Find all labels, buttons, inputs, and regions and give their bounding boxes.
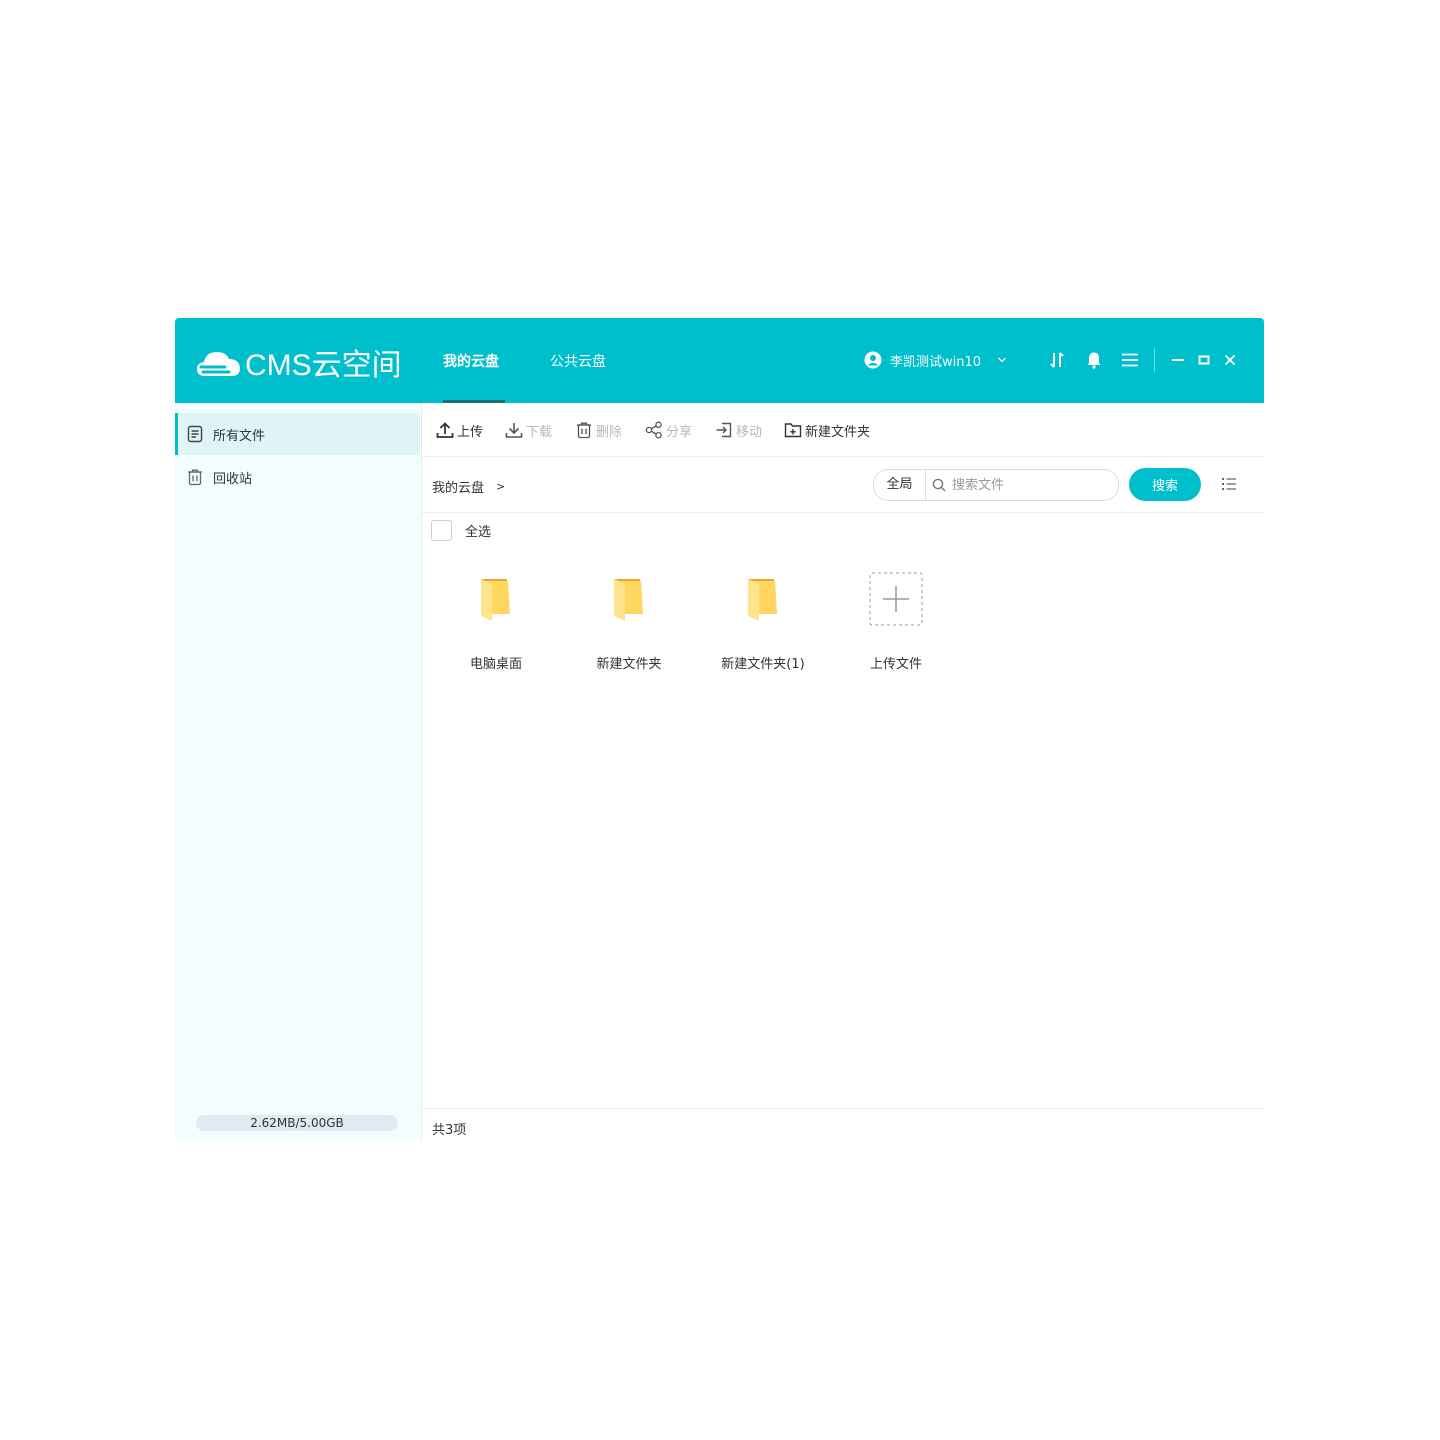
delete-label: 删除 [596, 424, 623, 440]
search-box: 全局 [873, 469, 1119, 501]
delete-button[interactable]: 删除 [575, 420, 622, 440]
upload-icon [436, 422, 454, 438]
list-view-icon[interactable] [1221, 476, 1237, 492]
sidebar: 所有文件 回收站 2.62MB/5.00GB [175, 403, 420, 1141]
notification-button[interactable] [1085, 351, 1103, 369]
move-label: 移动 [736, 424, 763, 440]
app-window: CMS云空间 我的云盘 公共云盘 李凯测试win10 所有文件 回收站 2.62… [175, 318, 1264, 1141]
app-logo: CMS云空间 [195, 342, 402, 382]
download-button[interactable]: 下载 [505, 420, 552, 440]
folder-icon [481, 579, 510, 621]
transfer-button[interactable] [1048, 351, 1066, 369]
search-button[interactable]: 搜索 [1129, 468, 1201, 501]
folder-icon [614, 579, 643, 621]
minimize-icon [1172, 359, 1184, 361]
new-folder-button[interactable]: 新建文件夹 [784, 420, 870, 440]
breadcrumb-root[interactable]: 我的云盘 [432, 477, 484, 496]
close-button[interactable] [1221, 351, 1239, 369]
share-label: 分享 [666, 424, 693, 440]
file-toolbar: 上传 下载 删除 分享 移动 新建文件夹 [422, 403, 1264, 457]
upload-file-tile[interactable]: 上传文件 [836, 563, 956, 672]
trash-icon [577, 422, 591, 439]
search-input[interactable] [952, 470, 1102, 500]
move-icon [716, 422, 732, 438]
hamburger-menu-icon [1122, 353, 1138, 367]
file-name: 新建文件夹(1) [721, 657, 805, 672]
download-label: 下载 [526, 424, 553, 440]
sidebar-item-label: 所有文件 [213, 428, 266, 444]
transfer-icon [1050, 352, 1064, 368]
chevron-down-icon [998, 357, 1006, 363]
document-icon [187, 425, 203, 443]
cloud-logo-icon [197, 352, 240, 376]
title-bar: CMS云空间 我的云盘 公共云盘 李凯测试win10 [175, 318, 1264, 403]
file-item-folder[interactable]: 新建文件夹 [569, 563, 689, 672]
main-panel: 上传 下载 删除 分享 移动 新建文件夹 我的云盘 > 全局 搜索文件 搜索 全… [421, 403, 1264, 1141]
tab-public-cloud[interactable]: 公共云盘 [550, 318, 606, 403]
folder-icon [748, 579, 777, 621]
breadcrumb: 我的云盘 > [432, 477, 505, 496]
share-icon [645, 421, 662, 439]
titlebar-divider [1154, 348, 1155, 372]
file-item-folder[interactable]: 电脑桌面 [436, 563, 556, 672]
storage-usage-bar: 2.62MB/5.00GB [196, 1115, 398, 1131]
minimize-button[interactable] [1169, 351, 1187, 369]
upload-file-label: 上传文件 [869, 657, 922, 672]
download-icon [505, 423, 523, 438]
search-scope-select[interactable]: 全局 [874, 470, 926, 500]
bell-icon [1087, 352, 1101, 369]
path-bar: 我的云盘 > 全局 搜索 [422, 457, 1264, 513]
user-avatar-icon [864, 351, 882, 369]
user-name: 李凯测试win10 [890, 354, 982, 370]
status-bar: 共3项 [422, 1108, 1264, 1141]
user-menu[interactable]: 李凯测试win10 [864, 350, 1007, 370]
share-button[interactable]: 分享 [645, 420, 692, 440]
tab-my-cloud[interactable]: 我的云盘 [443, 318, 505, 403]
sidebar-item-label: 回收站 [213, 471, 253, 487]
move-button[interactable]: 移动 [715, 420, 762, 440]
select-all[interactable]: 全选 [431, 520, 491, 541]
upload-label: 上传 [457, 424, 484, 440]
plus-icon [869, 572, 923, 626]
select-all-label: 全选 [465, 525, 492, 540]
search-icon [932, 478, 946, 492]
file-name: 新建文件夹 [596, 657, 662, 672]
new-folder-icon [784, 423, 802, 438]
trash-icon [188, 469, 202, 486]
select-all-checkbox[interactable] [431, 520, 452, 541]
file-name: 电脑桌面 [469, 657, 522, 672]
file-item-folder[interactable]: 新建文件夹(1) [703, 563, 823, 672]
menu-button[interactable] [1121, 351, 1139, 369]
maximize-icon [1198, 355, 1210, 365]
breadcrumb-separator: > [496, 480, 506, 493]
app-title: CMS云空间 [245, 349, 402, 382]
new-folder-label: 新建文件夹 [805, 424, 871, 440]
item-count: 共3项 [432, 1123, 467, 1138]
close-icon [1224, 354, 1236, 366]
upload-button[interactable]: 上传 [436, 420, 483, 440]
sidebar-item-recycle-bin[interactable]: 回收站 [175, 456, 420, 498]
tab-label: 公共云盘 [550, 354, 606, 370]
maximize-button[interactable] [1195, 351, 1213, 369]
tab-label: 我的云盘 [443, 354, 499, 370]
sidebar-item-all-files[interactable]: 所有文件 [175, 413, 420, 455]
